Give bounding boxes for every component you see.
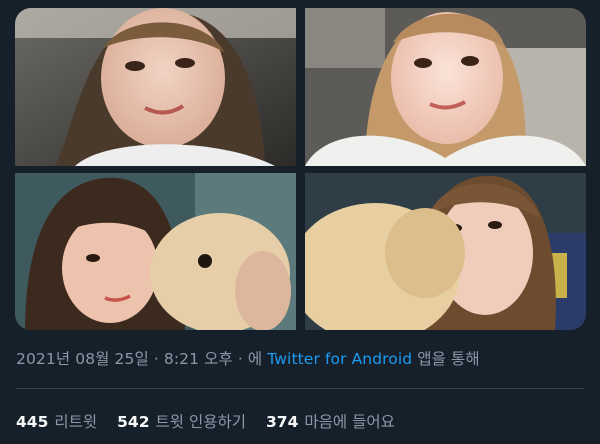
stats-divider (16, 388, 584, 389)
photo-1-image (15, 8, 296, 166)
tweet-stats: 445 리트윗 542 트윗 인용하기 374 마음에 들어요 (16, 410, 395, 432)
tweet-detail: 2021년 08월 25일 · 8:21 오후 · 에 Twitter for Andr… (0, 0, 600, 444)
photo-2-image (305, 8, 586, 166)
source-suffix: 앱을 통해 (417, 350, 480, 368)
quote-tweets-label: 트윗 인용하기 (155, 413, 247, 431)
likes-count: 374 (266, 413, 299, 431)
tweet-date[interactable]: 2021년 08월 25일 (16, 350, 149, 368)
source-separator: · (237, 350, 243, 368)
photo-4-image (305, 173, 586, 330)
photo-3-image (15, 173, 296, 330)
media-photo-2[interactable] (305, 8, 586, 166)
timestamp-separator: · (153, 350, 159, 368)
media-photo-4[interactable] (305, 173, 586, 330)
tweet-timestamp: 2021년 08월 25일 · 8:21 오후 · 에 Twitter for Andr… (16, 347, 480, 369)
tweet-time[interactable]: 8:21 오후 (164, 350, 233, 368)
source-app-link[interactable]: Twitter for Android (267, 350, 412, 368)
retweets-label: 리트윗 (54, 413, 98, 431)
retweets-count: 445 (16, 413, 49, 431)
quote-tweets-count: 542 (117, 413, 150, 431)
likes-stat[interactable]: 374 마음에 들어요 (266, 410, 395, 432)
retweets-stat[interactable]: 445 리트윗 (16, 410, 97, 432)
media-photo-3[interactable] (15, 173, 296, 330)
quote-tweets-stat[interactable]: 542 트윗 인용하기 (117, 410, 246, 432)
media-photo-1[interactable] (15, 8, 296, 166)
likes-label: 마음에 들어요 (304, 413, 395, 431)
source-prefix: 에 (247, 350, 263, 368)
media-grid (15, 8, 586, 330)
